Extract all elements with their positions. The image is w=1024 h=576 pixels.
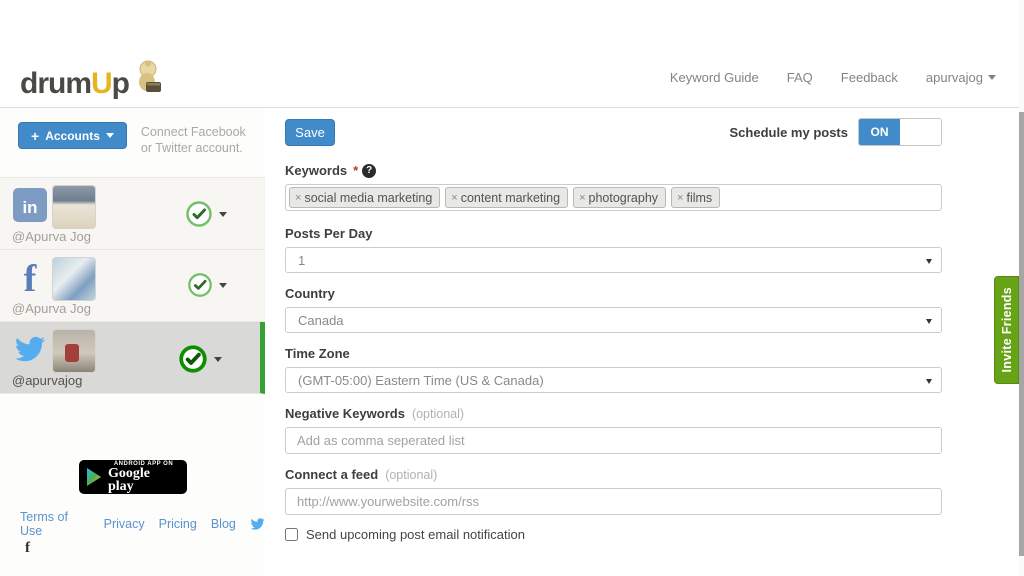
add-accounts-button[interactable]: + Accounts bbox=[18, 122, 127, 149]
country-group: Country Canada bbox=[285, 285, 942, 333]
connect-account-hint: Connect Facebook or Twitter account. bbox=[141, 122, 256, 177]
keywords-group: Keywords * ? ×social media marketing ×co… bbox=[285, 162, 942, 211]
timezone-label: Time Zone bbox=[285, 346, 350, 361]
accounts-button-label: Accounts bbox=[45, 129, 100, 143]
optional-hint: (optional) bbox=[385, 468, 437, 482]
account-row-facebook[interactable]: f @Apurva Jog bbox=[0, 250, 265, 322]
account-status-dropdown[interactable] bbox=[187, 272, 227, 298]
country-label: Country bbox=[285, 286, 335, 301]
country-select[interactable]: Canada bbox=[285, 307, 942, 333]
chevron-down-icon bbox=[926, 319, 932, 324]
chevron-down-icon bbox=[219, 212, 227, 217]
remove-tag-icon[interactable]: × bbox=[451, 192, 457, 204]
keyword-tag[interactable]: ×social media marketing bbox=[289, 187, 440, 208]
negative-keywords-input[interactable] bbox=[285, 427, 942, 454]
posts-per-day-label: Posts Per Day bbox=[285, 226, 372, 241]
check-circle-icon bbox=[178, 344, 208, 374]
email-notification-label: Send upcoming post email notification bbox=[306, 527, 525, 542]
svg-text:f: f bbox=[24, 259, 38, 297]
account-handle: @apurvajog bbox=[12, 373, 82, 388]
play-badge-text: ANDROID APP ON Google play bbox=[108, 461, 179, 493]
invite-friends-button[interactable]: Invite Friends bbox=[994, 276, 1019, 384]
connect-feed-input[interactable] bbox=[285, 488, 942, 515]
settings-form: Save Schedule my posts ON Keywords * ? ×… bbox=[285, 118, 942, 542]
drummer-mascot-icon bbox=[133, 60, 163, 99]
nav-faq[interactable]: FAQ bbox=[787, 70, 813, 85]
drumup-logo[interactable]: drumUp bbox=[20, 60, 163, 101]
posts-per-day-group: Posts Per Day 1 bbox=[285, 225, 942, 273]
scrollbar-thumb[interactable] bbox=[1019, 112, 1024, 556]
timezone-select[interactable]: (GMT-05:00) Eastern Time (US & Canada) bbox=[285, 367, 942, 393]
negative-keywords-group: Negative Keywords (optional) bbox=[285, 405, 942, 454]
chevron-down-icon bbox=[214, 357, 222, 362]
account-status-dropdown[interactable] bbox=[185, 200, 227, 228]
top-navigation: Keyword Guide FAQ Feedback apurvajog bbox=[670, 70, 996, 85]
keywords-tag-input[interactable]: ×social media marketing ×content marketi… bbox=[285, 184, 942, 211]
chevron-down-icon bbox=[988, 75, 996, 80]
negative-keywords-label: Negative Keywords bbox=[285, 406, 405, 421]
chevron-down-icon bbox=[926, 259, 932, 264]
facebook-icon: f bbox=[16, 259, 44, 302]
check-circle-icon bbox=[185, 200, 213, 228]
sidebar-top: + Accounts Connect Facebook or Twitter a… bbox=[0, 108, 265, 178]
link-pricing[interactable]: Pricing bbox=[159, 517, 197, 531]
logo-text: drumUp bbox=[20, 67, 129, 101]
optional-hint: (optional) bbox=[412, 407, 464, 421]
timezone-group: Time Zone (GMT-05:00) Eastern Time (US &… bbox=[285, 345, 942, 393]
nav-feedback[interactable]: Feedback bbox=[841, 70, 898, 85]
account-handle: @Apurva Jog bbox=[12, 229, 91, 244]
toggle-off-segment bbox=[900, 119, 941, 145]
link-privacy[interactable]: Privacy bbox=[104, 517, 145, 531]
connect-feed-group: Connect a feed (optional) bbox=[285, 466, 942, 515]
nav-keyword-guide[interactable]: Keyword Guide bbox=[670, 70, 759, 85]
chevron-down-icon bbox=[106, 133, 114, 138]
keywords-label: Keywords bbox=[285, 163, 347, 178]
check-circle-icon bbox=[187, 272, 213, 298]
invite-friends-label: Invite Friends bbox=[1000, 287, 1014, 372]
svg-text:in: in bbox=[22, 198, 37, 217]
account-handle: @Apurva Jog bbox=[12, 301, 91, 316]
remove-tag-icon[interactable]: × bbox=[677, 192, 683, 204]
email-notification-checkbox[interactable] bbox=[285, 528, 298, 541]
connect-feed-label: Connect a feed bbox=[285, 467, 378, 482]
vertical-scrollbar[interactable] bbox=[1019, 0, 1024, 576]
toggle-on-segment: ON bbox=[859, 119, 900, 145]
avatar bbox=[52, 257, 96, 301]
posts-per-day-select[interactable]: 1 bbox=[285, 247, 942, 273]
twitter-icon bbox=[12, 334, 48, 369]
email-notification-row: Send upcoming post email notification bbox=[285, 527, 942, 542]
accounts-sidebar: + Accounts Connect Facebook or Twitter a… bbox=[0, 108, 265, 576]
account-row-twitter[interactable]: @apurvajog bbox=[0, 322, 265, 394]
avatar bbox=[52, 185, 96, 229]
user-menu-label: apurvajog bbox=[926, 70, 983, 85]
keyword-tag[interactable]: ×photography bbox=[573, 187, 666, 208]
chevron-down-icon bbox=[926, 379, 932, 384]
keyword-tag[interactable]: ×content marketing bbox=[445, 187, 568, 208]
play-triangle-icon bbox=[85, 467, 103, 487]
twitter-icon[interactable] bbox=[250, 517, 265, 531]
schedule-posts-label: Schedule my posts bbox=[730, 125, 848, 140]
sidebar-footer: Terms of Use Privacy Pricing Blog f bbox=[0, 510, 265, 557]
plus-icon: + bbox=[31, 128, 39, 144]
link-terms-of-use[interactable]: Terms of Use bbox=[20, 510, 90, 538]
avatar bbox=[52, 329, 96, 373]
user-menu[interactable]: apurvajog bbox=[926, 70, 996, 85]
remove-tag-icon[interactable]: × bbox=[295, 192, 301, 204]
header: drumUp Keyword Guide FAQ Feedback apurva… bbox=[0, 50, 1024, 108]
link-blog[interactable]: Blog bbox=[211, 517, 236, 531]
save-button[interactable]: Save bbox=[285, 119, 335, 146]
account-row-linkedin[interactable]: in @Apurva Jog bbox=[0, 178, 265, 250]
google-play-badge[interactable]: ANDROID APP ON Google play bbox=[79, 460, 187, 494]
help-icon[interactable]: ? bbox=[362, 164, 376, 178]
schedule-toggle[interactable]: ON bbox=[858, 118, 942, 146]
linkedin-icon: in bbox=[12, 187, 48, 228]
facebook-icon[interactable]: f bbox=[0, 540, 25, 557]
remove-tag-icon[interactable]: × bbox=[579, 192, 585, 204]
chevron-down-icon bbox=[219, 283, 227, 288]
keyword-tag[interactable]: ×films bbox=[671, 187, 720, 208]
required-asterisk: * bbox=[353, 163, 358, 178]
account-status-dropdown[interactable] bbox=[178, 344, 222, 374]
